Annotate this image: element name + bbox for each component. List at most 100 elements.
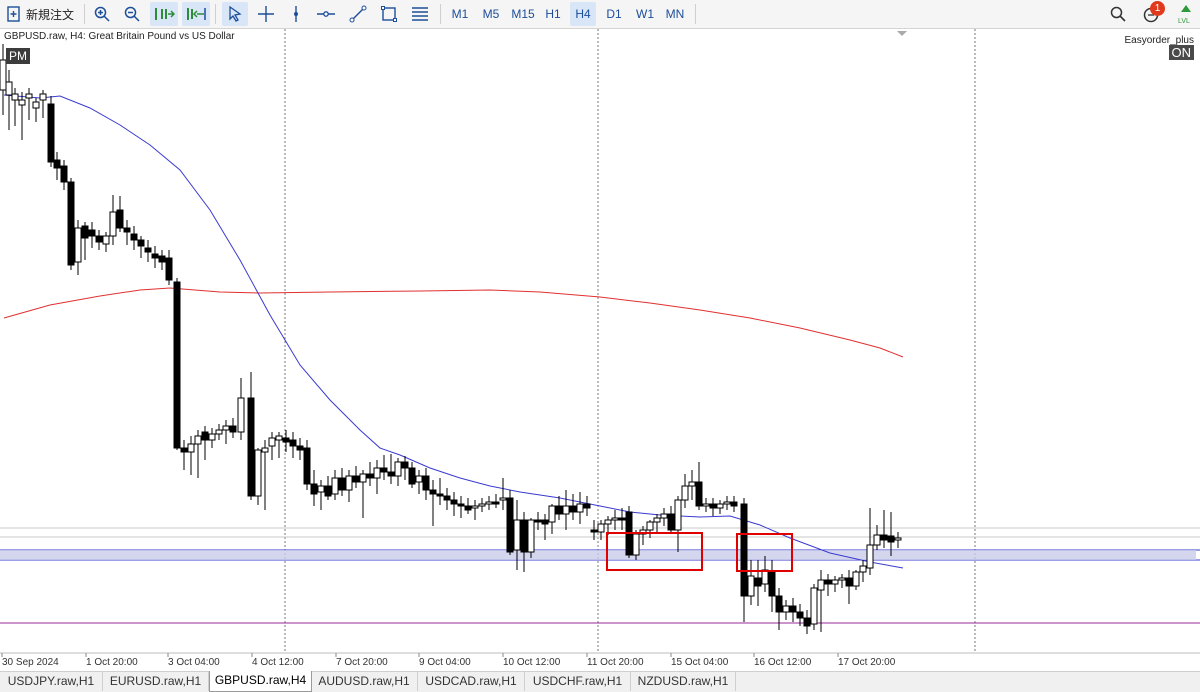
bullish-candle[interactable] [317, 485, 325, 493]
bullish-candle[interactable] [345, 475, 353, 491]
autoscroll-button[interactable] [150, 2, 178, 26]
chart-tab[interactable]: USDCHF.raw,H1 [525, 672, 631, 691]
bearish-candle[interactable] [137, 239, 145, 247]
bullish-candle[interactable] [275, 435, 283, 441]
bullish-candle[interactable] [562, 505, 570, 515]
bearish-candle[interactable] [555, 505, 563, 515]
bullish-candle[interactable] [32, 101, 40, 109]
bullish-candle[interactable] [331, 477, 339, 495]
expert-advisor-state[interactable]: ON [1168, 45, 1194, 60]
bearish-candle[interactable] [229, 425, 237, 433]
bearish-candle[interactable] [81, 225, 89, 239]
bearish-candle[interactable] [768, 571, 776, 597]
bullish-candle[interactable] [810, 587, 818, 625]
bearish-candle[interactable] [618, 517, 626, 521]
crosshair-button[interactable] [254, 2, 278, 26]
bullish-candle[interactable] [852, 571, 860, 587]
bearish-candle[interactable] [506, 497, 514, 553]
bullish-candle[interactable] [873, 534, 881, 546]
bearish-candle[interactable] [443, 495, 451, 501]
bearish-candle[interactable] [387, 471, 395, 477]
bearish-candle[interactable] [730, 501, 738, 507]
zoom-in-button[interactable] [90, 2, 114, 26]
bullish-candle[interactable] [261, 447, 269, 453]
bullish-candle[interactable] [513, 519, 521, 551]
chart-shift-button[interactable] [182, 2, 210, 26]
bullish-candle[interactable] [109, 211, 117, 237]
bearish-candle[interactable] [53, 159, 61, 169]
bearish-candle[interactable] [464, 505, 472, 511]
support-zone[interactable] [0, 550, 1196, 560]
chart-tab[interactable]: USDCAD.raw,H1 [418, 672, 525, 691]
bearish-candle[interactable] [95, 235, 103, 243]
bearish-candle[interactable] [520, 519, 528, 553]
bearish-candle[interactable] [60, 165, 68, 183]
chart-tab[interactable]: NZDUSD.raw,H1 [631, 672, 736, 691]
chart-tab[interactable]: EURUSD.raw,H1 [103, 672, 209, 691]
bearish-candle[interactable] [310, 483, 318, 495]
bullish-candle[interactable] [222, 425, 230, 431]
bearish-candle[interactable] [803, 617, 811, 627]
bearish-candle[interactable] [338, 477, 346, 491]
bullish-candle[interactable] [632, 533, 640, 556]
bullish-candle[interactable] [576, 503, 584, 513]
timeframe-h4[interactable]: H4 [570, 2, 596, 26]
horizontal-line-button[interactable] [314, 2, 338, 26]
price-chart[interactable]: 30 Sep 2024 1 Oct 20:00 3 Oct 04:00 4 Oct 1… [0, 29, 1200, 669]
bullish-candle[interactable] [471, 505, 479, 509]
timeframe-w1[interactable]: W1 [632, 2, 658, 26]
bearish-candle[interactable] [130, 233, 138, 241]
bullish-candle[interactable] [25, 93, 33, 99]
bullish-candle[interactable] [5, 81, 13, 96]
search-button[interactable] [1106, 2, 1130, 26]
moving-average-slow[interactable] [3, 287, 904, 358]
bullish-candle[interactable] [674, 499, 682, 531]
cursor-button[interactable] [222, 2, 248, 26]
bearish-candle[interactable] [151, 253, 159, 259]
bearish-candle[interactable] [422, 475, 430, 491]
bearish-candle[interactable] [401, 461, 409, 469]
bullish-candle[interactable] [527, 519, 535, 553]
bearish-candle[interactable] [534, 519, 542, 523]
bearish-candle[interactable] [144, 247, 152, 253]
bearish-candle[interactable] [789, 605, 797, 613]
bearish-candle[interactable] [590, 529, 598, 533]
bearish-candle[interactable] [583, 503, 591, 509]
bearish-candle[interactable] [887, 535, 895, 543]
level-button[interactable]: LVL [1174, 2, 1198, 26]
bullish-candle[interactable] [859, 565, 867, 573]
timeframe-h1[interactable]: H1 [540, 2, 566, 26]
bullish-candle[interactable] [817, 579, 825, 591]
bullish-candle[interactable] [478, 503, 486, 507]
timeframe-m15[interactable]: M15 [508, 2, 538, 26]
bearish-candle[interactable] [796, 611, 804, 619]
bullish-candle[interactable] [373, 467, 381, 479]
bearish-candle[interactable] [173, 281, 181, 449]
zoom-out-button[interactable] [120, 2, 144, 26]
trendline-button[interactable] [346, 2, 370, 26]
bearish-candle[interactable] [740, 503, 748, 597]
bullish-candle[interactable] [359, 473, 367, 483]
bullish-candle[interactable] [838, 577, 846, 581]
bearish-candle[interactable] [450, 499, 458, 505]
bearish-candle[interactable] [380, 467, 388, 473]
bullish-candle[interactable] [681, 485, 689, 501]
bearish-candle[interactable] [165, 257, 173, 281]
bearish-candle[interactable] [289, 439, 297, 447]
bearish-candle[interactable] [457, 503, 465, 507]
bullish-candle[interactable] [215, 429, 223, 435]
bearish-candle[interactable] [67, 181, 75, 266]
timeframe-mn[interactable]: MN [662, 2, 688, 26]
bearish-candle[interactable] [324, 485, 332, 497]
timeframe-m1[interactable]: M1 [447, 2, 473, 26]
bearish-candle[interactable] [754, 577, 762, 587]
bearish-candle[interactable] [880, 534, 888, 541]
bullish-candle[interactable] [74, 227, 82, 263]
bearish-candle[interactable] [408, 467, 416, 485]
bullish-candle[interactable] [747, 575, 755, 597]
bullish-candle[interactable] [604, 519, 612, 525]
bearish-candle[interactable] [429, 489, 437, 495]
bearish-candle[interactable] [845, 577, 853, 587]
bullish-candle[interactable] [485, 501, 493, 505]
chart-tab[interactable]: AUDUSD.raw,H1 [311, 672, 418, 691]
